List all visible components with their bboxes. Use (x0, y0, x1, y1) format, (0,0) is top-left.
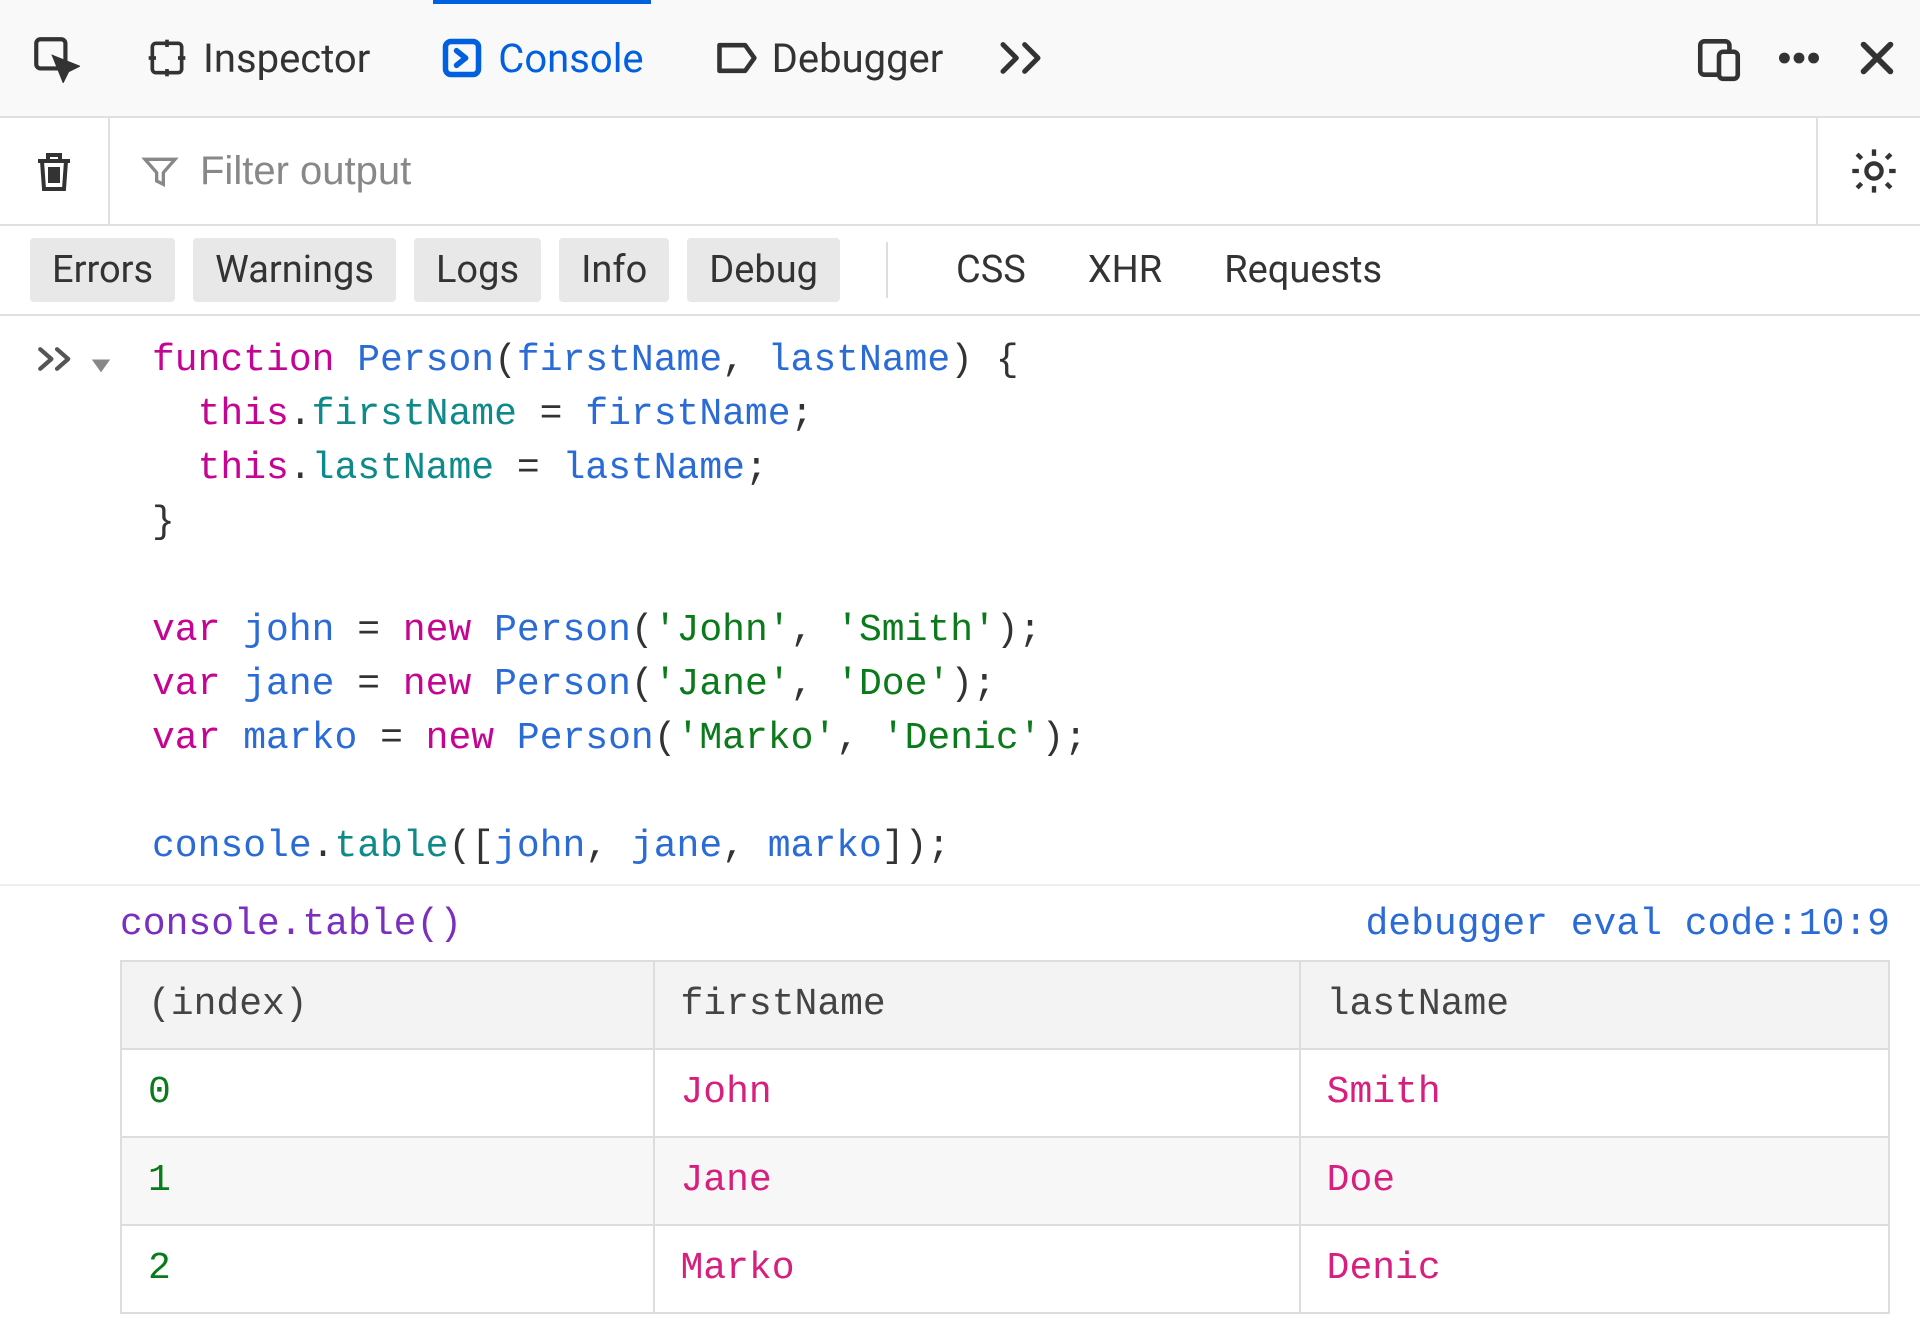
filter-info-button[interactable]: Info (559, 238, 669, 302)
element-picker-button[interactable] (20, 33, 110, 83)
table-cell-lastname: Doe (1300, 1137, 1889, 1225)
filter-css-button[interactable]: CSS (934, 238, 1048, 302)
categories-row: Errors Warnings Logs Info Debug CSS XHR … (0, 226, 1920, 316)
tab-debugger[interactable]: Debugger (679, 0, 979, 117)
table-cell-index: 1 (121, 1137, 654, 1225)
tab-inspector-label: Inspector (203, 35, 370, 82)
filter-logs-button[interactable]: Logs (414, 238, 541, 302)
filter-xhr-button[interactable]: XHR (1066, 238, 1184, 302)
output-source-link[interactable]: debugger eval code:10:9 (1366, 898, 1891, 952)
table-cell-index: 0 (121, 1049, 654, 1137)
filter-input-wrap (110, 149, 1816, 194)
table-cell-index: 2 (121, 1225, 654, 1313)
toolbar-left-group: Inspector Console Debugger (20, 0, 1068, 117)
console-input-entry[interactable]: function Person(firstName, lastName) { t… (0, 316, 1920, 886)
devtools-toolbar: Inspector Console Debugger (0, 0, 1920, 118)
meatball-menu-button[interactable] (1774, 33, 1824, 83)
table-cell-lastname: Smith (1300, 1049, 1889, 1137)
table-cell-firstname: Jane (654, 1137, 1300, 1225)
output-header: console.table() debugger eval code:10:9 (0, 886, 1920, 960)
clear-console-button[interactable] (20, 118, 110, 224)
filter-warnings-button[interactable]: Warnings (193, 238, 396, 302)
collapse-triangle-icon[interactable] (90, 340, 112, 394)
filter-icon (140, 151, 180, 191)
console-table-output: (index) firstName lastName 0 John Smith … (120, 960, 1890, 1314)
filter-requests-button[interactable]: Requests (1202, 238, 1404, 302)
tab-console[interactable]: Console (405, 0, 678, 117)
filter-errors-button[interactable]: Errors (30, 238, 175, 302)
table-row: 1 Jane Doe (121, 1137, 1889, 1225)
code-block: function Person(firstName, lastName) { t… (152, 334, 1087, 874)
filter-row (0, 118, 1920, 226)
filter-debug-button[interactable]: Debug (687, 238, 840, 302)
tab-debugger-label: Debugger (772, 35, 944, 82)
table-header-firstname[interactable]: firstName (654, 961, 1300, 1049)
category-divider (886, 242, 888, 298)
output-call-label: console.table() (120, 898, 462, 952)
tab-console-label: Console (498, 35, 643, 82)
input-chevrons-icon (36, 340, 78, 394)
table-cell-firstname: Marko (654, 1225, 1300, 1313)
table-row: 2 Marko Denic (121, 1225, 1889, 1313)
table-cell-lastname: Denic (1300, 1225, 1889, 1313)
prompt-icons (36, 334, 152, 874)
table-header-index[interactable]: (index) (121, 961, 654, 1049)
filter-input[interactable] (200, 149, 800, 194)
table-cell-firstname: John (654, 1049, 1300, 1137)
tab-inspector[interactable]: Inspector (110, 0, 405, 117)
console-body: function Person(firstName, lastName) { t… (0, 316, 1920, 1314)
toolbar-right-group (1694, 33, 1900, 83)
console-settings-button[interactable] (1816, 118, 1900, 224)
tabs-overflow-button[interactable] (978, 0, 1068, 117)
responsive-mode-button[interactable] (1694, 33, 1744, 83)
close-devtools-button[interactable] (1854, 35, 1900, 81)
table-header-row: (index) firstName lastName (121, 961, 1889, 1049)
table-header-lastname[interactable]: lastName (1300, 961, 1889, 1049)
table-row: 0 John Smith (121, 1049, 1889, 1137)
